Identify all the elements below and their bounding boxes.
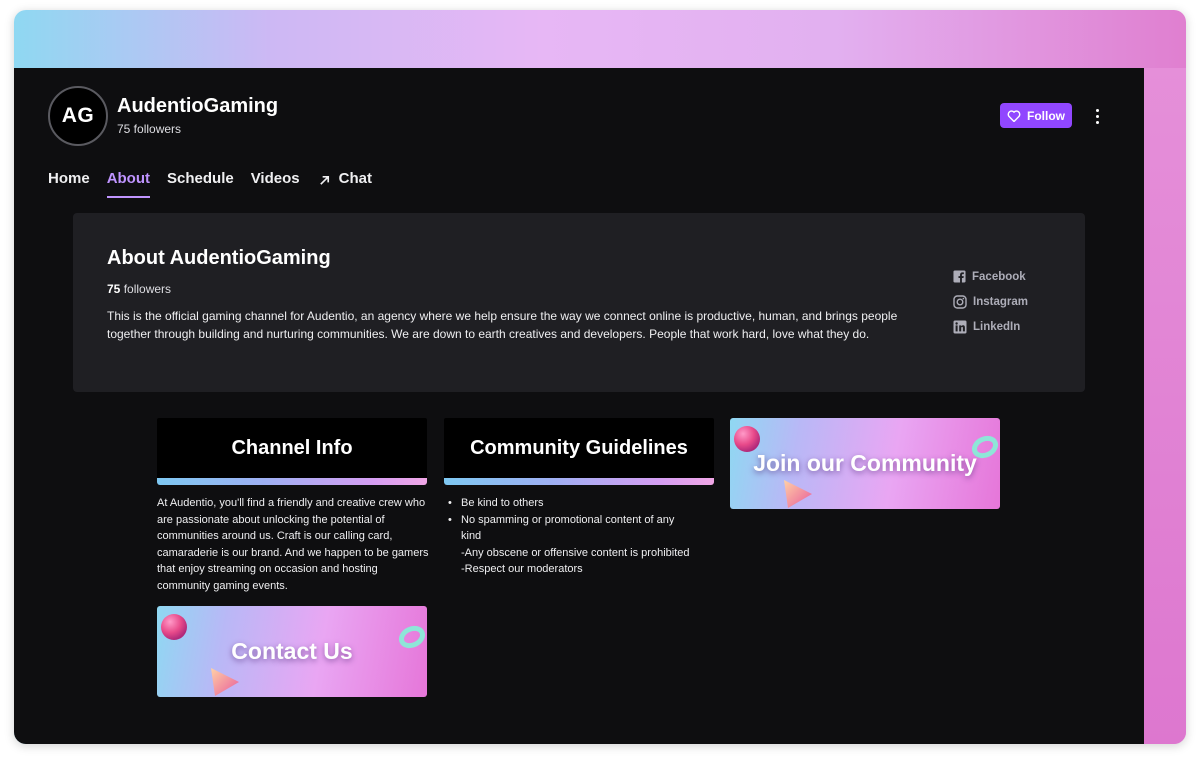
contact-us-label: Contact Us xyxy=(231,638,353,664)
tab-home-label: Home xyxy=(48,170,90,187)
external-arrow-icon xyxy=(319,175,329,185)
about-followers-count: 75 xyxy=(107,282,121,296)
panel-accent-bar xyxy=(157,478,427,485)
frame-gradient-edge xyxy=(1144,68,1186,744)
social-links: Facebook Instagram LinkedIn xyxy=(953,264,1028,339)
avatar-initials: AG xyxy=(61,104,95,127)
social-link-linkedin[interactable]: LinkedIn xyxy=(953,314,1028,339)
channel-followers: 75 followers xyxy=(117,122,182,136)
tab-videos-label: Videos xyxy=(250,170,300,187)
social-link-instagram[interactable]: Instagram xyxy=(953,289,1028,314)
panel-guidelines-header: Community Guidelines xyxy=(444,418,714,478)
channel-tabs: Home About Schedule Videos Chat xyxy=(48,170,389,198)
panel-accent-bar xyxy=(444,478,714,485)
tab-about-label: About xyxy=(106,170,151,187)
join-community-panel[interactable]: Join our Community xyxy=(730,418,1000,509)
social-label-instagram: Instagram xyxy=(973,295,1028,308)
facebook-icon xyxy=(953,270,966,283)
about-description: This is the official gaming channel for … xyxy=(107,309,898,341)
panel-channel-info: Channel Info At Audentio, you'll find a … xyxy=(157,418,429,594)
tab-schedule-label: Schedule xyxy=(167,170,234,187)
about-title: About AudentioGaming xyxy=(107,247,331,269)
more-dot-icon xyxy=(1095,108,1099,112)
panel-guidelines-body: Be kind to others No spamming or promoti… xyxy=(444,495,716,578)
social-label-facebook: Facebook xyxy=(972,270,1026,283)
panel-channel-info-header: Channel Info xyxy=(157,418,427,478)
about-panel: About AudentioGaming 75 followers This i… xyxy=(73,213,1085,392)
about-followers: 75 followers xyxy=(107,282,171,296)
guideline-item: -Respect our moderators xyxy=(461,563,583,575)
instagram-icon xyxy=(953,294,967,309)
follow-button[interactable]: Follow xyxy=(1000,103,1072,128)
channel-name[interactable]: AudentioGaming xyxy=(117,95,278,118)
linkedin-icon xyxy=(953,320,967,333)
avatar[interactable]: AG xyxy=(48,86,108,146)
guideline-item: Be kind to others xyxy=(444,495,716,512)
panel-guidelines: Community Guidelines Be kind to others N… xyxy=(444,418,716,578)
tab-videos[interactable]: Videos xyxy=(251,170,300,198)
guideline-item: No spamming or promotional content of an… xyxy=(444,512,716,545)
tab-chat-label: Chat xyxy=(338,170,372,187)
channel-page: AG AudentioGaming 75 followers Follow Ho… xyxy=(14,68,1144,744)
social-label-linkedin: LinkedIn xyxy=(973,320,1021,333)
tab-chat[interactable]: Chat xyxy=(318,170,372,198)
more-dot-icon xyxy=(1095,114,1099,118)
guideline-item: -Any obscene or offensive content is pro… xyxy=(461,546,690,559)
contact-us-panel[interactable]: Contact Us xyxy=(157,606,427,697)
panel-channel-info-body: At Audentio, you'll find a friendly and … xyxy=(157,497,429,592)
tab-about[interactable]: About xyxy=(106,170,151,198)
more-dot-icon xyxy=(1095,120,1099,124)
tab-home[interactable]: Home xyxy=(48,170,90,198)
browser-frame: AG AudentioGaming 75 followers Follow Ho… xyxy=(14,10,1186,744)
more-options-button[interactable] xyxy=(1088,104,1106,128)
heart-icon xyxy=(1007,109,1021,122)
join-community-label: Join our Community xyxy=(753,450,977,476)
follow-button-label: Follow xyxy=(1027,108,1065,123)
social-link-facebook[interactable]: Facebook xyxy=(953,264,1028,289)
tab-schedule[interactable]: Schedule xyxy=(167,170,234,198)
about-followers-suffix: followers xyxy=(123,282,172,296)
